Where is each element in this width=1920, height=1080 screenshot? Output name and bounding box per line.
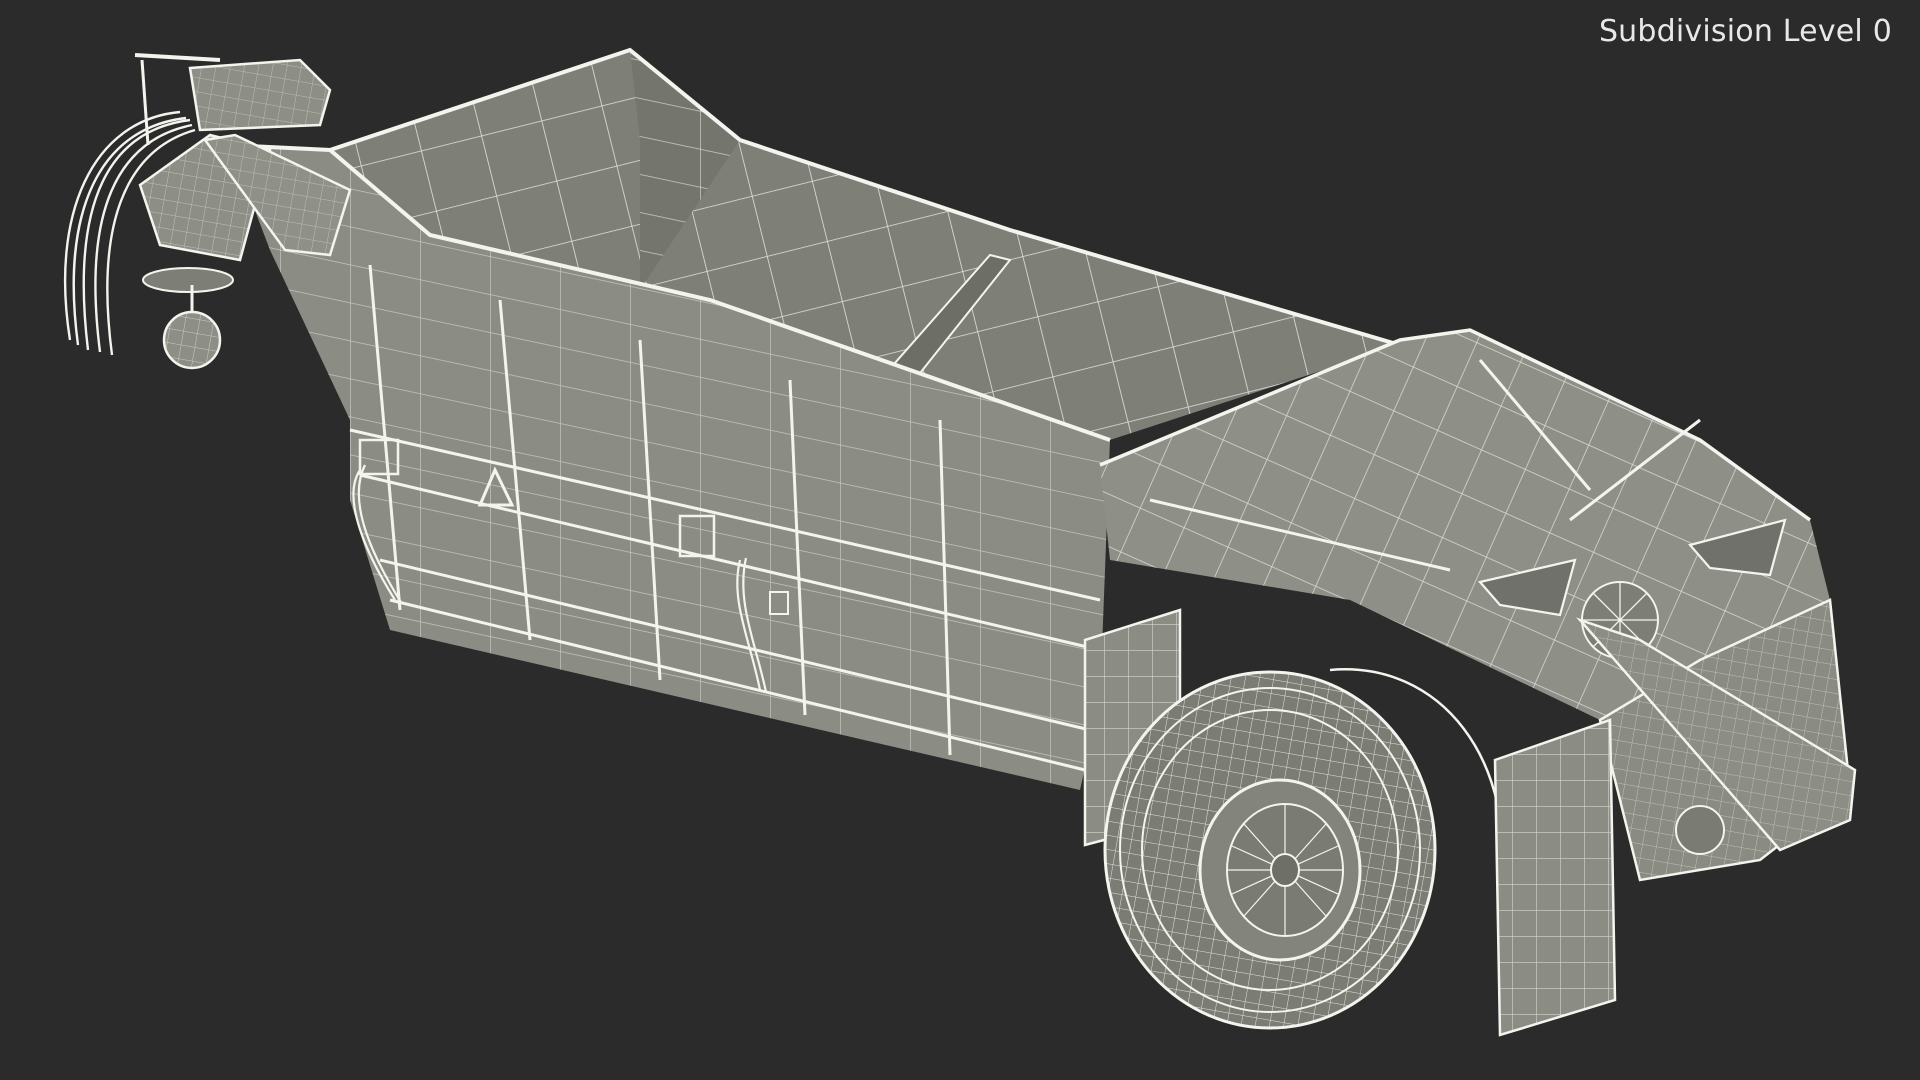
3d-viewport[interactable]: Subdivision Level 0 xyxy=(0,0,1920,1080)
subdivision-level-label: Subdivision Level 0 xyxy=(1598,14,1892,49)
mudflap-rear xyxy=(1493,718,1617,1037)
rear-wheel xyxy=(1103,668,1505,1030)
dump-trailer-wireframe-model xyxy=(63,47,1857,1037)
